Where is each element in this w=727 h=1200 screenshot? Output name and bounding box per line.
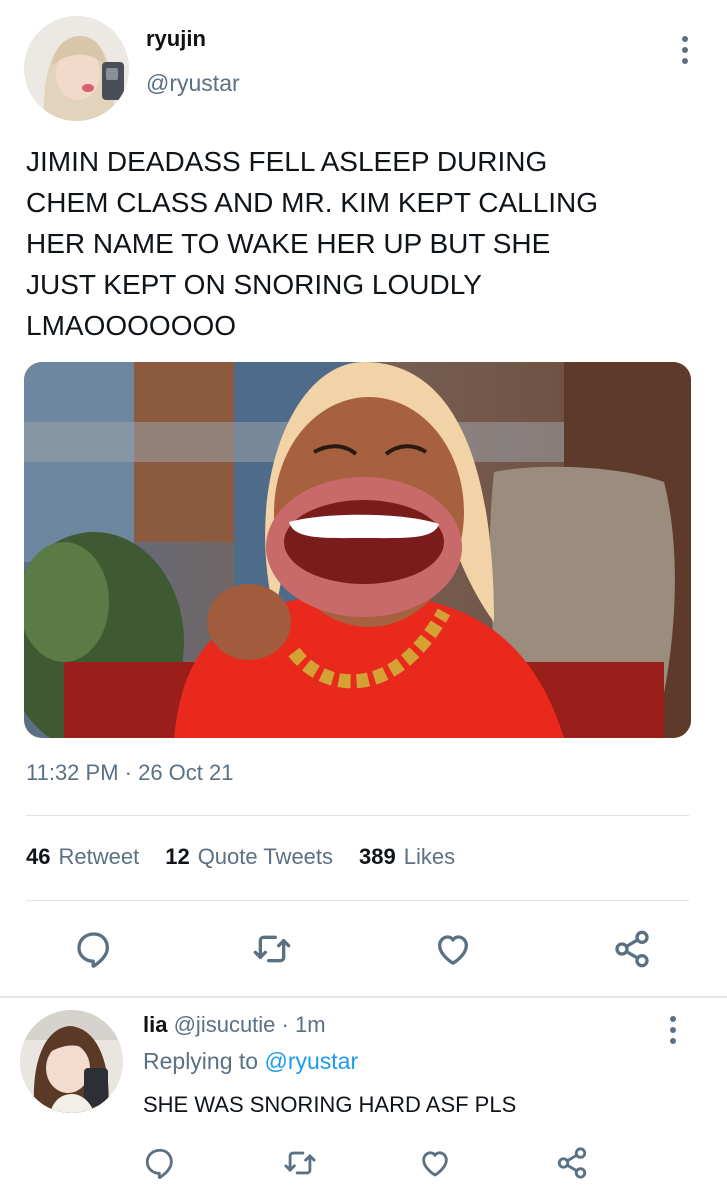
like-icon[interactable]	[415, 1143, 455, 1183]
share-icon[interactable]	[552, 1143, 592, 1183]
reply-text: SHE WAS SNORING HARD ASF PLS	[143, 1092, 517, 1117]
tweet-text: JIMIN DEADASS FELL ASLEEP DURING CHEM CL…	[26, 146, 599, 341]
tweet-timestamp[interactable]: 11:32 PM · 26 Oct 21	[26, 760, 233, 786]
reply-icon[interactable]	[140, 1143, 180, 1183]
likes-stat[interactable]: 389 Likes	[359, 844, 455, 870]
retweets-stat[interactable]: 46 Retweet	[26, 844, 139, 870]
retweet-icon[interactable]	[280, 1143, 320, 1183]
retweets-count: 46	[26, 844, 51, 869]
retweets-label: Retweet	[58, 844, 140, 869]
reply-author-avatar[interactable]	[20, 1010, 123, 1113]
quote-tweets-stat[interactable]: 12 Quote Tweets	[165, 844, 333, 870]
quote-tweets-label: Quote Tweets	[197, 844, 334, 869]
retweet-icon[interactable]	[250, 927, 294, 971]
replying-to-line: Replying to @ryustar	[143, 1048, 358, 1075]
divider	[26, 815, 689, 816]
divider	[26, 900, 689, 901]
section-divider	[0, 996, 727, 998]
likes-count: 389	[359, 844, 396, 869]
reply-header: lia @jisucutie · 1m	[143, 1012, 326, 1038]
author-avatar[interactable]	[24, 16, 129, 121]
reply-icon[interactable]	[72, 927, 116, 971]
author-display-name[interactable]: ryujin	[146, 26, 206, 52]
quote-tweets-count: 12	[165, 844, 190, 869]
more-vertical-icon[interactable]	[670, 30, 700, 70]
like-icon[interactable]	[431, 927, 475, 971]
more-vertical-icon[interactable]	[658, 1010, 688, 1050]
reply-handle-time[interactable]: @jisucutie · 1m	[174, 1012, 326, 1037]
replying-to-label: Replying to	[143, 1048, 259, 1074]
replying-to-mention[interactable]: @ryustar	[264, 1048, 358, 1074]
likes-label: Likes	[403, 844, 456, 869]
author-handle[interactable]: @ryustar	[146, 70, 240, 97]
tweet-media-image[interactable]	[24, 362, 691, 738]
share-icon[interactable]	[610, 927, 654, 971]
reply-display-name[interactable]: lia	[143, 1012, 167, 1037]
tweet-stats: 46 Retweet 12 Quote Tweets 389 Likes	[26, 844, 455, 870]
